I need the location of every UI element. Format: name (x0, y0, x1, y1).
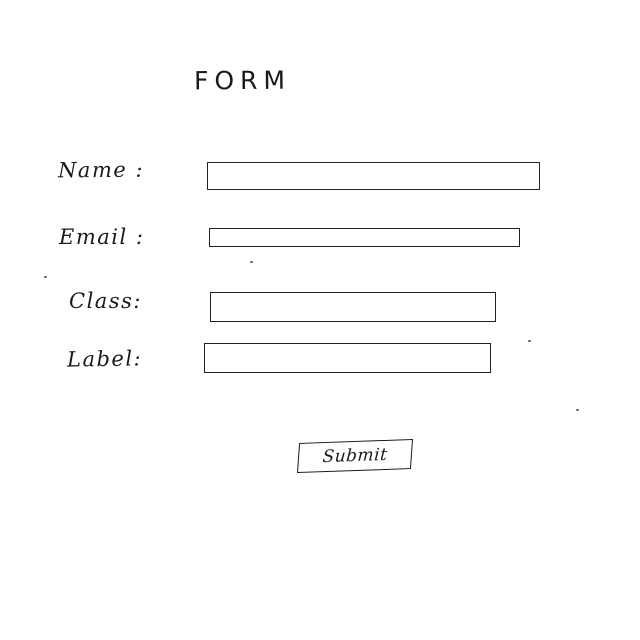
form-sketch: FORM Name : Email : Class: Label: Submit (0, 0, 640, 640)
label-label: Label: (66, 346, 143, 372)
email-input[interactable] (209, 228, 520, 247)
email-label: Email : (59, 225, 145, 249)
class-input[interactable] (210, 292, 496, 322)
paper-speck (528, 340, 531, 342)
name-label: Name : (57, 157, 145, 183)
paper-speck (576, 409, 579, 411)
class-label: Class: (69, 289, 142, 313)
name-input[interactable] (207, 162, 540, 190)
paper-speck (44, 276, 47, 278)
form-title: FORM (193, 65, 292, 96)
paper-speck (250, 261, 253, 263)
submit-button[interactable]: Submit (296, 438, 414, 474)
label-input[interactable] (204, 343, 491, 373)
